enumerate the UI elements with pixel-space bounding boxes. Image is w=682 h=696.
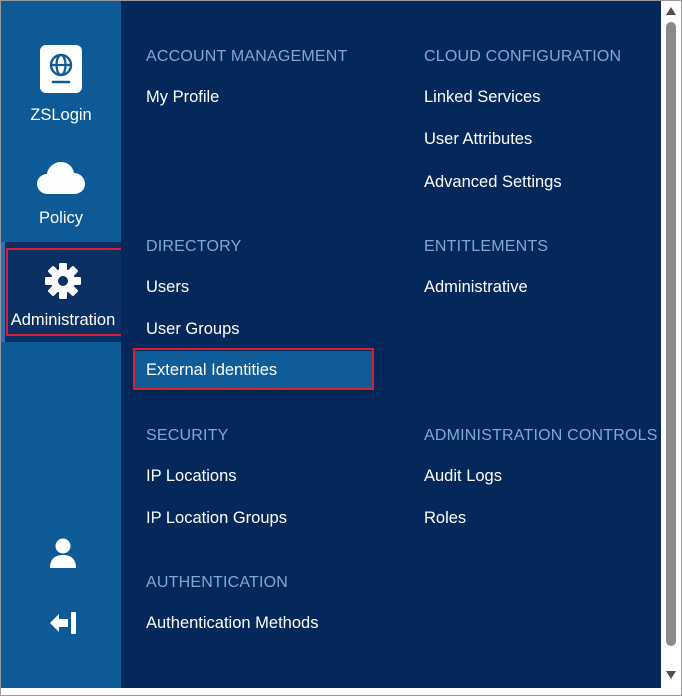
sign-out-icon[interactable]: [49, 611, 77, 635]
section-title-entitlements: ENTITLEMENTS: [424, 238, 549, 255]
sidebar-item-label: ZSLogin: [30, 106, 92, 124]
section-title-administration-controls: ADMINISTRATION CONTROLS: [424, 427, 658, 444]
menu-link-advanced-settings[interactable]: Advanced Settings: [424, 173, 562, 192]
cloud-icon: [37, 162, 85, 194]
menu-link-roles[interactable]: Roles: [424, 509, 466, 528]
menu-link-audit-logs[interactable]: Audit Logs: [424, 467, 502, 486]
scroll-up-arrow-icon[interactable]: [665, 6, 677, 16]
user-icon[interactable]: [49, 538, 77, 568]
sidebar-item-zslogin[interactable]: ZSLogin: [1, 45, 121, 125]
section-title-authentication: AUTHENTICATION: [146, 574, 289, 591]
section-title-account-management: ACCOUNT MANAGEMENT: [146, 48, 348, 65]
scrollbar-thumb[interactable]: [666, 22, 676, 646]
section-title-security: SECURITY: [146, 427, 229, 444]
menu-link-authentication-methods[interactable]: Authentication Methods: [146, 614, 318, 633]
menu-link-administrative[interactable]: Administrative: [424, 278, 528, 297]
menu-link-user-groups[interactable]: User Groups: [146, 320, 240, 339]
annotation-highlight-external-identities: [133, 348, 374, 390]
passport-globe-icon: [40, 45, 82, 93]
scroll-down-arrow-icon[interactable]: [665, 670, 677, 680]
sidebar-item-label: Policy: [38, 209, 83, 227]
sidebar: ZSLogin Policy Administration: [1, 1, 121, 688]
menu-link-users[interactable]: Users: [146, 278, 189, 297]
menu-link-my-profile[interactable]: My Profile: [146, 88, 219, 107]
bottom-edge: [1, 688, 681, 695]
section-title-directory: DIRECTORY: [146, 238, 242, 255]
menu-link-ip-locations[interactable]: IP Locations: [146, 467, 237, 486]
section-title-cloud-configuration: CLOUD CONFIGURATION: [424, 48, 622, 65]
menu-link-ip-location-groups[interactable]: IP Location Groups: [146, 509, 287, 528]
menu-link-user-attributes[interactable]: User Attributes: [424, 130, 532, 149]
menu-link-linked-services[interactable]: Linked Services: [424, 88, 540, 107]
annotation-highlight-administration: [6, 248, 127, 336]
sidebar-item-policy[interactable]: Policy: [1, 161, 121, 228]
